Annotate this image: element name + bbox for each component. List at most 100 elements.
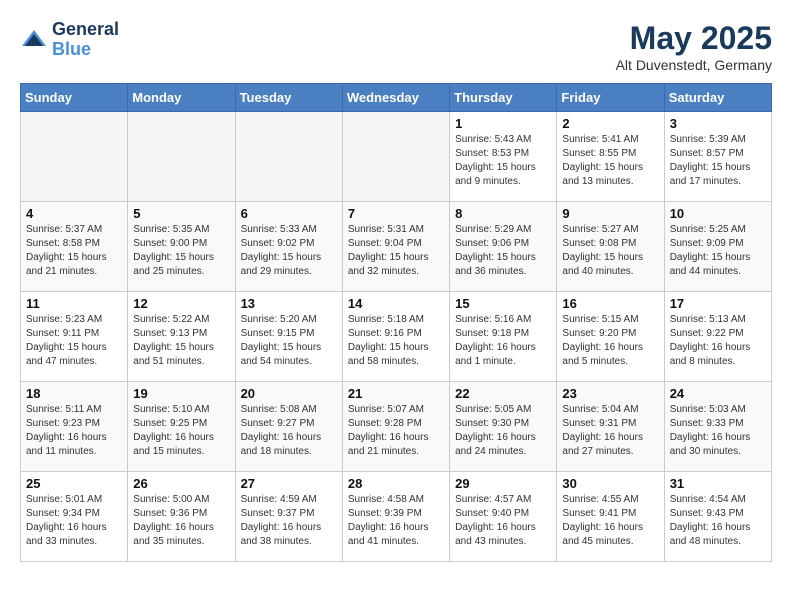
weekday-header-thursday: Thursday <box>450 84 557 112</box>
calendar-day-cell: 28 Sunrise: 4:58 AMSunset: 9:39 PMDayligh… <box>342 472 449 562</box>
day-number: 29 <box>455 476 551 491</box>
day-info: Sunrise: 5:33 AMSunset: 9:02 PMDaylight:… <box>241 223 337 279</box>
calendar-week-row: 18 Sunrise: 5:11 AMSunset: 9:23 PMDayligh… <box>21 382 772 472</box>
day-number: 27 <box>241 476 337 491</box>
calendar-day-cell: 7 Sunrise: 5:31 AMSunset: 9:04 PMDaylight… <box>342 202 449 292</box>
day-info: Sunrise: 5:08 AMSunset: 9:27 PMDaylight:… <box>241 403 337 459</box>
calendar-day-cell: 9 Sunrise: 5:27 AMSunset: 9:08 PMDaylight… <box>557 202 664 292</box>
day-number: 14 <box>348 296 444 311</box>
day-info: Sunrise: 5:27 AMSunset: 9:08 PMDaylight:… <box>562 223 658 279</box>
day-number: 22 <box>455 386 551 401</box>
day-info: Sunrise: 4:59 AMSunset: 9:37 PMDaylight:… <box>241 493 337 549</box>
day-number: 20 <box>241 386 337 401</box>
day-number: 28 <box>348 476 444 491</box>
calendar-week-row: 1Sunrise: 5:43 AMSunset: 8:53 PMDaylight… <box>21 112 772 202</box>
day-number: 16 <box>562 296 658 311</box>
title-block: May 2025 Alt Duvenstedt, Germany <box>616 20 772 73</box>
weekday-header-row: SundayMondayTuesdayWednesdayThursdayFrid… <box>21 84 772 112</box>
day-number: 23 <box>562 386 658 401</box>
weekday-header-sunday: Sunday <box>21 84 128 112</box>
day-info: Sunrise: 5:22 AMSunset: 9:13 PMDaylight:… <box>133 313 229 369</box>
calendar-day-cell: 20 Sunrise: 5:08 AMSunset: 9:27 PMDayligh… <box>235 382 342 472</box>
weekday-header-wednesday: Wednesday <box>342 84 449 112</box>
day-info: Sunrise: 5:18 AMSunset: 9:16 PMDaylight:… <box>348 313 444 369</box>
calendar-day-cell: 12Sunrise: 5:22 AMSunset: 9:13 PMDayligh… <box>128 292 235 382</box>
calendar-day-cell: 1Sunrise: 5:43 AMSunset: 8:53 PMDaylight… <box>450 112 557 202</box>
calendar-day-cell <box>342 112 449 202</box>
calendar-day-cell: 16 Sunrise: 5:15 AMSunset: 9:20 PMDayligh… <box>557 292 664 382</box>
day-info: Sunrise: 5:31 AMSunset: 9:04 PMDaylight:… <box>348 223 444 279</box>
day-info: Sunrise: 5:03 AMSunset: 9:33 PMDaylight:… <box>670 403 766 459</box>
day-number: 5 <box>133 206 229 221</box>
calendar-day-cell <box>235 112 342 202</box>
day-info: Sunrise: 5:15 AMSunset: 9:20 PMDaylight:… <box>562 313 658 369</box>
page-header: General Blue May 2025 Alt Duvenstedt, Ge… <box>20 20 772 73</box>
day-info: Sunrise: 5:10 AMSunset: 9:25 PMDaylight:… <box>133 403 229 459</box>
day-number: 3 <box>670 116 766 131</box>
day-info: Sunrise: 5:16 AMSunset: 9:18 PMDaylight:… <box>455 313 551 369</box>
day-number: 6 <box>241 206 337 221</box>
calendar-day-cell: 21Sunrise: 5:07 AMSunset: 9:28 PMDayligh… <box>342 382 449 472</box>
calendar-day-cell: 2 Sunrise: 5:41 AMSunset: 8:55 PMDaylight… <box>557 112 664 202</box>
month-year: May 2025 <box>616 20 772 57</box>
day-number: 10 <box>670 206 766 221</box>
day-info: Sunrise: 5:05 AMSunset: 9:30 PMDaylight:… <box>455 403 551 459</box>
calendar-day-cell: 24 Sunrise: 5:03 AMSunset: 9:33 PMDayligh… <box>664 382 771 472</box>
day-info: Sunrise: 4:58 AMSunset: 9:39 PMDaylight:… <box>348 493 444 549</box>
day-info: Sunrise: 5:39 AMSunset: 8:57 PMDaylight:… <box>670 133 766 189</box>
logo-text: General Blue <box>52 20 119 60</box>
day-number: 9 <box>562 206 658 221</box>
calendar-day-cell: 11 Sunrise: 5:23 AMSunset: 9:11 PMDayligh… <box>21 292 128 382</box>
day-info: Sunrise: 5:23 AMSunset: 9:11 PMDaylight:… <box>26 313 122 369</box>
day-number: 19 <box>133 386 229 401</box>
calendar-day-cell: 19 Sunrise: 5:10 AMSunset: 9:25 PMDayligh… <box>128 382 235 472</box>
calendar-day-cell: 14 Sunrise: 5:18 AMSunset: 9:16 PMDayligh… <box>342 292 449 382</box>
day-number: 21 <box>348 386 444 401</box>
calendar-day-cell: 3 Sunrise: 5:39 AMSunset: 8:57 PMDaylight… <box>664 112 771 202</box>
calendar-day-cell: 15 Sunrise: 5:16 AMSunset: 9:18 PMDayligh… <box>450 292 557 382</box>
day-number: 15 <box>455 296 551 311</box>
weekday-header-friday: Friday <box>557 84 664 112</box>
calendar-day-cell: 25Sunrise: 5:01 AMSunset: 9:34 PMDayligh… <box>21 472 128 562</box>
day-number: 26 <box>133 476 229 491</box>
day-number: 17 <box>670 296 766 311</box>
calendar-day-cell: 5 Sunrise: 5:35 AMSunset: 9:00 PMDaylight… <box>128 202 235 292</box>
day-info: Sunrise: 5:00 AMSunset: 9:36 PMDaylight:… <box>133 493 229 549</box>
weekday-header-saturday: Saturday <box>664 84 771 112</box>
day-info: Sunrise: 5:35 AMSunset: 9:00 PMDaylight:… <box>133 223 229 279</box>
calendar-table: SundayMondayTuesdayWednesdayThursdayFrid… <box>20 83 772 562</box>
day-number: 7 <box>348 206 444 221</box>
weekday-header-tuesday: Tuesday <box>235 84 342 112</box>
calendar-day-cell: 6 Sunrise: 5:33 AMSunset: 9:02 PMDaylight… <box>235 202 342 292</box>
day-number: 18 <box>26 386 122 401</box>
calendar-day-cell: 8 Sunrise: 5:29 AMSunset: 9:06 PMDaylight… <box>450 202 557 292</box>
weekday-header-monday: Monday <box>128 84 235 112</box>
calendar-day-cell: 31 Sunrise: 4:54 AMSunset: 9:43 PMDayligh… <box>664 472 771 562</box>
day-info: Sunrise: 5:25 AMSunset: 9:09 PMDaylight:… <box>670 223 766 279</box>
day-number: 2 <box>562 116 658 131</box>
day-info: Sunrise: 5:41 AMSunset: 8:55 PMDaylight:… <box>562 133 658 189</box>
location: Alt Duvenstedt, Germany <box>616 57 772 73</box>
calendar-day-cell: 18 Sunrise: 5:11 AMSunset: 9:23 PMDayligh… <box>21 382 128 472</box>
day-info: Sunrise: 4:54 AMSunset: 9:43 PMDaylight:… <box>670 493 766 549</box>
day-number: 4 <box>26 206 122 221</box>
calendar-week-row: 11 Sunrise: 5:23 AMSunset: 9:11 PMDayligh… <box>21 292 772 382</box>
day-info: Sunrise: 4:57 AMSunset: 9:40 PMDaylight:… <box>455 493 551 549</box>
calendar-day-cell: 22 Sunrise: 5:05 AMSunset: 9:30 PMDayligh… <box>450 382 557 472</box>
calendar-day-cell: 4 Sunrise: 5:37 AMSunset: 8:58 PMDaylight… <box>21 202 128 292</box>
logo: General Blue <box>20 20 119 60</box>
calendar-day-cell: 29 Sunrise: 4:57 AMSunset: 9:40 PMDayligh… <box>450 472 557 562</box>
day-info: Sunrise: 5:29 AMSunset: 9:06 PMDaylight:… <box>455 223 551 279</box>
day-info: Sunrise: 5:13 AMSunset: 9:22 PMDaylight:… <box>670 313 766 369</box>
calendar-day-cell: 17 Sunrise: 5:13 AMSunset: 9:22 PMDayligh… <box>664 292 771 382</box>
day-number: 11 <box>26 296 122 311</box>
day-number: 24 <box>670 386 766 401</box>
calendar-day-cell: 10 Sunrise: 5:25 AMSunset: 9:09 PMDayligh… <box>664 202 771 292</box>
day-number: 13 <box>241 296 337 311</box>
calendar-day-cell: 13Sunrise: 5:20 AMSunset: 9:15 PMDayligh… <box>235 292 342 382</box>
day-number: 8 <box>455 206 551 221</box>
calendar-day-cell: 23Sunrise: 5:04 AMSunset: 9:31 PMDayligh… <box>557 382 664 472</box>
day-info: Sunrise: 5:37 AMSunset: 8:58 PMDaylight:… <box>26 223 122 279</box>
day-number: 31 <box>670 476 766 491</box>
day-info: Sunrise: 5:11 AMSunset: 9:23 PMDaylight:… <box>26 403 122 459</box>
